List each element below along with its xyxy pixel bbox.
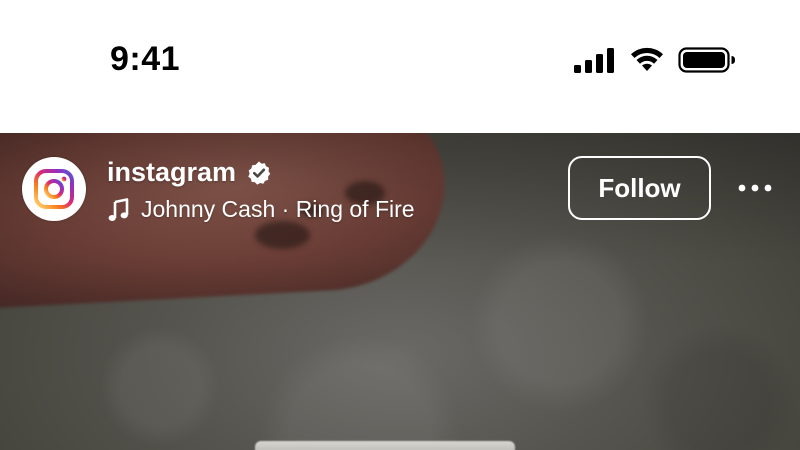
wifi-icon bbox=[631, 47, 663, 71]
instagram-logo-icon bbox=[34, 169, 74, 209]
more-horizontal-icon[interactable] bbox=[737, 180, 773, 196]
music-note-icon bbox=[108, 197, 129, 221]
audio-row[interactable]: Johnny Cash · Ring of Fire bbox=[107, 196, 415, 223]
cellular-signal-icon bbox=[574, 48, 614, 73]
status-time: 9:41 bbox=[110, 40, 181, 78]
account-username[interactable]: instagram bbox=[107, 157, 236, 188]
video-object-edge bbox=[255, 441, 515, 450]
follow-button[interactable]: Follow bbox=[568, 156, 711, 220]
username-row: instagram bbox=[107, 157, 272, 188]
battery-icon bbox=[678, 47, 735, 73]
status-bar: 9:41 bbox=[0, 0, 800, 133]
audio-label: Johnny Cash · Ring of Fire bbox=[141, 196, 415, 222]
account-avatar[interactable] bbox=[22, 157, 86, 221]
verified-badge-icon bbox=[248, 161, 271, 185]
